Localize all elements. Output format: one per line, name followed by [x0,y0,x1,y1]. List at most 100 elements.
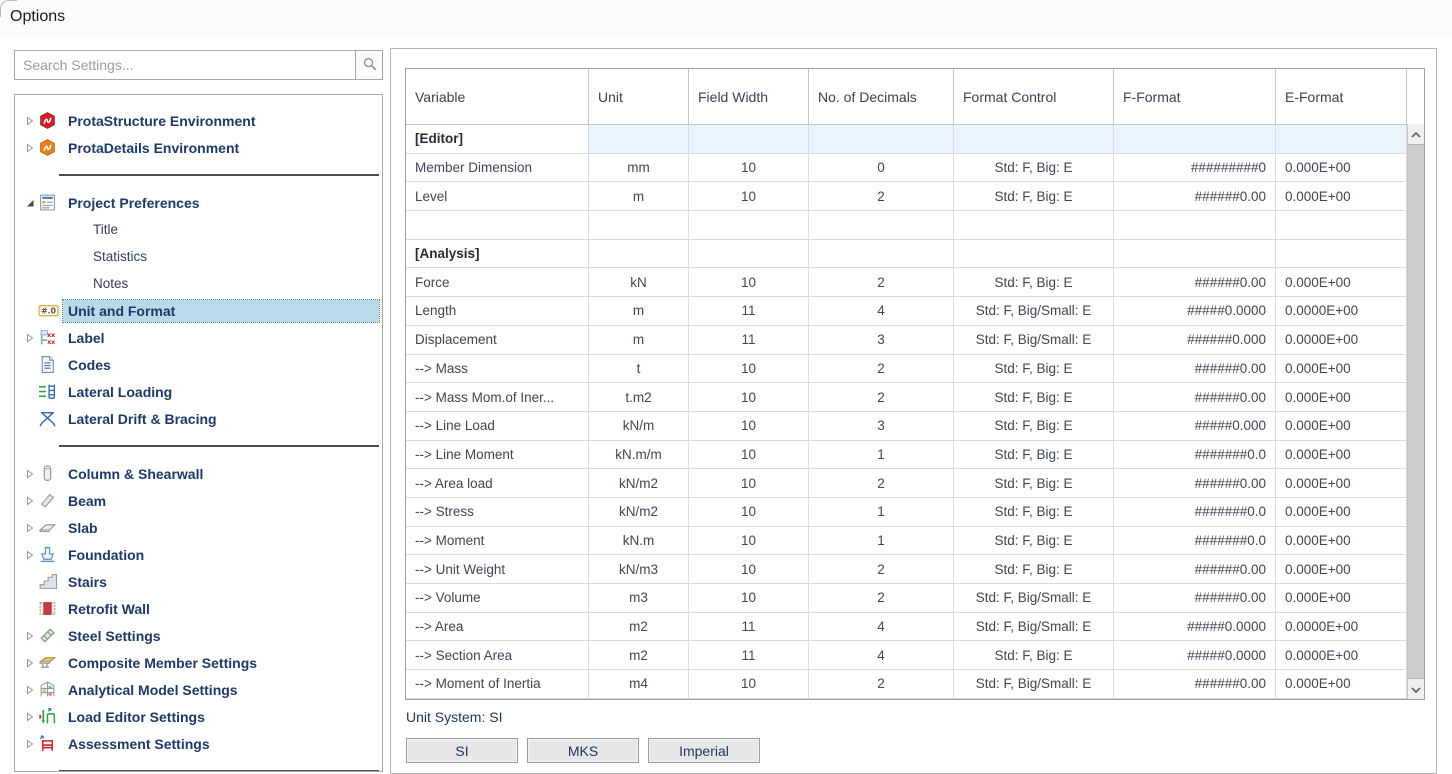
grid-cell[interactable]: 11 [689,297,809,326]
grid-cell[interactable]: ######0.00 [1114,469,1276,498]
column-header-variable[interactable]: Variable [406,69,589,124]
grid-cell[interactable]: 10 [689,383,809,412]
grid-cell[interactable] [689,211,809,240]
table-row[interactable]: --> Unit WeightkN/m3102Std: F, Big: E###… [406,555,1424,584]
grid-cell[interactable]: 3 [809,326,954,355]
grid-cell[interactable] [589,211,689,240]
vertical-scrollbar[interactable] [1407,124,1424,699]
grid-cell[interactable]: #####0.0000 [1114,297,1276,326]
grid-cell[interactable]: 10 [689,154,809,183]
grid-cell[interactable] [1114,211,1276,240]
tree-item-codes[interactable]: Codes [15,351,382,378]
tree-item-beam[interactable]: Beam [15,487,382,514]
grid-cell[interactable]: m3 [589,584,689,613]
si-button[interactable]: SI [406,738,518,763]
grid-cell[interactable]: #####0.0000 [1114,613,1276,642]
tree-item-label[interactable]: xxxxLabel [15,324,382,351]
grid-cell[interactable] [589,125,689,154]
section-row[interactable]: [Editor] [406,125,1424,154]
table-row[interactable]: ForcekN102Std: F, Big: E######0.000.000E… [406,268,1424,297]
grid-cell[interactable]: --> Area load [406,469,589,498]
grid-cell[interactable]: Std: F, Big: E [954,154,1114,183]
grid-cell[interactable]: ######0.00 [1114,355,1276,384]
grid-cell[interactable]: Std: F, Big: E [954,383,1114,412]
grid-cell[interactable]: ######0.00 [1114,182,1276,211]
grid-cell[interactable]: m2 [589,641,689,670]
scroll-up-button[interactable] [1408,124,1424,144]
grid-cell[interactable]: 2 [809,182,954,211]
grid-cell[interactable]: Std: F, Big/Small: E [954,613,1114,642]
tree-item-foundation[interactable]: Foundation [15,541,382,568]
grid-cell[interactable]: 0.0000E+00 [1276,613,1407,642]
grid-cell[interactable]: #####0.0000 [1114,641,1276,670]
grid-cell[interactable]: 1 [809,498,954,527]
grid-cell[interactable]: --> Line Load [406,412,589,441]
table-row[interactable]: Lengthm114Std: F, Big/Small: E#####0.000… [406,297,1424,326]
expand-arrow-icon[interactable] [21,703,38,730]
grid-cell[interactable]: --> Moment of Inertia [406,670,589,699]
grid-cell[interactable]: 11 [689,641,809,670]
grid-cell[interactable]: 0.000E+00 [1276,412,1407,441]
tree-item-load-editor-settings[interactable]: Load Editor Settings [15,703,382,730]
grid-cell[interactable]: [Editor] [406,125,589,154]
grid-cell[interactable]: 1 [809,441,954,470]
grid-cell[interactable]: t.m2 [589,383,689,412]
column-header-e-format[interactable]: E-Format [1276,69,1407,124]
tree-item-title[interactable]: Title [15,216,382,243]
grid-cell[interactable]: Std: F, Big: E [954,182,1114,211]
grid-cell[interactable]: ######0.00 [1114,584,1276,613]
grid-cell[interactable]: 10 [689,584,809,613]
grid-cell[interactable]: 0.000E+00 [1276,555,1407,584]
grid-cell[interactable]: kN.m/m [589,441,689,470]
grid-cell[interactable]: Std: F, Big: E [954,469,1114,498]
grid-cell[interactable]: kN/m2 [589,498,689,527]
grid-cell[interactable]: Std: F, Big: E [954,498,1114,527]
grid-cell[interactable]: 0.000E+00 [1276,584,1407,613]
grid-cell[interactable] [954,240,1114,269]
grid-cell[interactable]: 2 [809,555,954,584]
scroll-down-button[interactable] [1408,679,1424,699]
grid-cell[interactable]: Std: F, Big: E [954,527,1114,556]
table-row[interactable]: --> Section Aream2114Std: F, Big: E#####… [406,641,1424,670]
grid-cell[interactable] [809,125,954,154]
grid-cell[interactable] [954,211,1114,240]
table-row[interactable]: --> StresskN/m2101Std: F, Big: E#######0… [406,498,1424,527]
grid-cell[interactable]: --> Stress [406,498,589,527]
grid-cell[interactable]: m4 [589,670,689,699]
grid-cell[interactable]: ######0.00 [1114,383,1276,412]
column-header-field-width[interactable]: Field Width [689,69,809,124]
grid-cell[interactable] [689,240,809,269]
search-button[interactable] [355,51,382,79]
grid-cell[interactable]: ######0.000 [1114,326,1276,355]
grid-cell[interactable]: 0.000E+00 [1276,498,1407,527]
tree-item-column-shearwall[interactable]: Column & Shearwall [15,460,382,487]
grid-cell[interactable]: 0 [809,154,954,183]
tree-item-lateral-drift-bracing[interactable]: Lateral Drift & Bracing [15,405,382,432]
grid-cell[interactable]: m2 [589,613,689,642]
grid-cell[interactable]: m [589,182,689,211]
grid-cell[interactable] [954,125,1114,154]
table-row[interactable]: --> Line MomentkN.m/m101Std: F, Big: E##… [406,441,1424,470]
grid-cell[interactable]: t [589,355,689,384]
expand-arrow-icon[interactable] [21,649,38,676]
tree-item-stairs[interactable]: Stairs [15,568,382,595]
grid-cell[interactable]: kN/m2 [589,469,689,498]
expand-arrow-icon[interactable] [21,541,38,568]
expand-arrow-icon[interactable] [21,107,38,134]
grid-cell[interactable]: Std: F, Big/Small: E [954,297,1114,326]
grid-cell[interactable]: kN/m [589,412,689,441]
grid-cell[interactable]: 3 [809,412,954,441]
grid-cell[interactable]: 10 [689,527,809,556]
grid-cell[interactable]: Level [406,182,589,211]
grid-cell[interactable]: 0.000E+00 [1276,469,1407,498]
grid-cell[interactable]: kN [589,268,689,297]
tree-item-project-preferences[interactable]: Project Preferences [15,189,382,216]
grid-cell[interactable]: 0.000E+00 [1276,268,1407,297]
grid-cell[interactable]: 10 [689,441,809,470]
tree-item-slab[interactable]: Slab [15,514,382,541]
grid-cell[interactable] [809,211,954,240]
column-header-format-control[interactable]: Format Control [954,69,1114,124]
grid-cell[interactable]: 2 [809,670,954,699]
grid-cell[interactable]: m [589,297,689,326]
grid-cell[interactable]: 10 [689,268,809,297]
